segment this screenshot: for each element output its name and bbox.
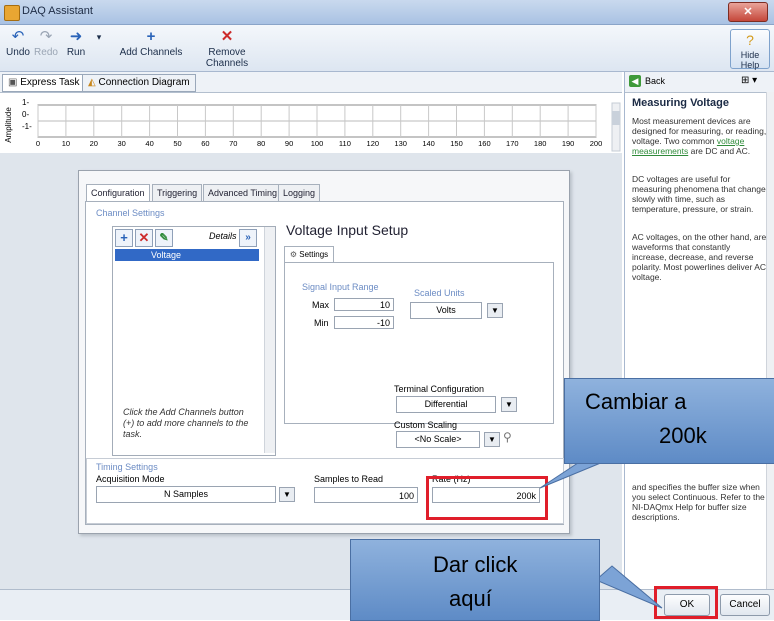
callout-pointers [539,454,663,609]
ok-callout-pointer [595,565,663,609]
ok-callout: Dar click aquí [350,539,600,621]
rate-callout: Cambiar a 200k [564,378,774,464]
